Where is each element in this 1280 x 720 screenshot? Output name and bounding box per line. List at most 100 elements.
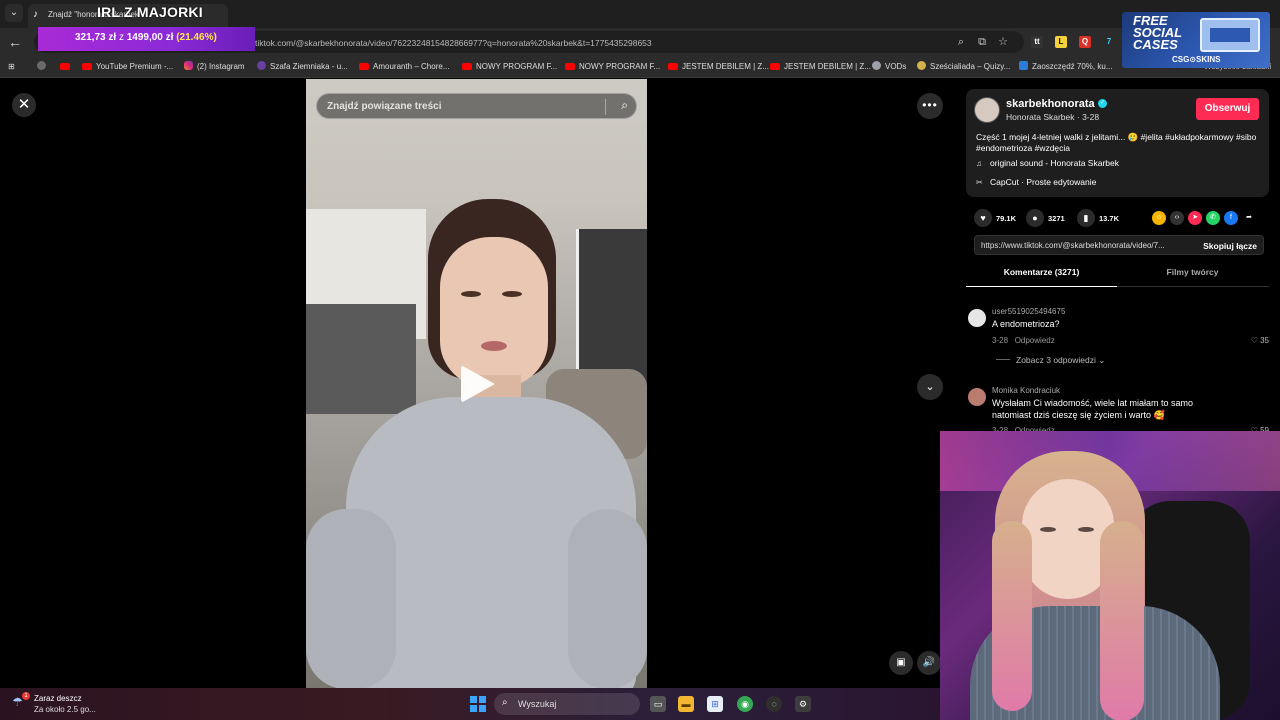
author-username[interactable]: skarbekhonorata <box>1006 98 1095 110</box>
embed-icon[interactable]: ‹› <box>1170 211 1184 225</box>
comment-icon[interactable]: ● <box>1026 209 1044 227</box>
share-friends-icon[interactable]: ☺ <box>1152 211 1166 225</box>
bookmark-instagram[interactable]: (2) Instagram <box>184 61 245 73</box>
windows-start-icon[interactable] <box>470 696 486 712</box>
install-app-icon[interactable]: ⧉ <box>975 35 989 49</box>
taskbar-search-input[interactable]: ⌕ Wyszukaj <box>494 693 640 715</box>
task-view-icon[interactable]: ▭ <box>650 696 666 712</box>
volume-icon[interactable]: 🔊 <box>917 651 941 675</box>
donation-goal-text: 321,73 zł z 1499,00 zł (21.46%) <box>75 32 217 43</box>
engagement-stats: ♥ 79.1K ● 3271 ▮ 13.7K ☺ ‹› ➤ ✆ f ➦ <box>966 209 1269 231</box>
reply-button[interactable]: Odpowiedz <box>1015 336 1055 345</box>
tab-list-chevron-icon[interactable]: ⌄ <box>5 4 23 22</box>
bookmarks-bar: ⊞ YouTube Premium -... (2) Instagram Sza… <box>0 56 1280 78</box>
app-circle-icon[interactable]: ◌ <box>766 696 782 712</box>
search-icon: ⌕ <box>502 697 508 708</box>
comment-text: Wysłałam Ci wiadomość, wiele lat miałam … <box>992 398 1193 420</box>
bookmark-jestem-debilem-1[interactable]: JESTEM DEBILEM | Z... <box>668 61 769 73</box>
verified-badge-icon: ✓ <box>1098 99 1107 108</box>
weather-subtitle[interactable]: Za około 2.5 go... <box>34 705 96 714</box>
play-icon[interactable] <box>461 365 495 403</box>
extension-red-icon[interactable]: Q <box>1079 36 1091 48</box>
zoom-icon[interactable]: ⌕ <box>954 35 968 49</box>
avatar[interactable] <box>974 97 1000 123</box>
ad-brand: CSG⊙SKINS <box>1172 55 1221 64</box>
chevron-down-icon: ⌄ <box>1098 355 1106 365</box>
capcut-link[interactable]: ✂ CapCut · Proste edytowanie <box>976 177 1096 187</box>
tab-creator-videos[interactable]: Filmy twórcy <box>1117 263 1268 287</box>
comment-date: 3-28 <box>992 336 1009 345</box>
donation-of: z <box>118 32 124 43</box>
search-icon[interactable]: ⌕ <box>621 98 628 113</box>
view-replies-button[interactable]: Zobacz 3 odpowiedzi ⌄ <box>996 355 1105 366</box>
comment-item: user5519025494675 A endometrioza? 3-28 O… <box>966 307 1269 377</box>
ad-line3: CASES <box>1133 37 1178 52</box>
commenter-avatar[interactable] <box>968 309 986 327</box>
commenter-avatar[interactable] <box>968 388 986 406</box>
close-icon[interactable]: ✕ <box>12 93 36 117</box>
donation-percent: (21.46%) <box>176 32 217 43</box>
bookmark-yt-blank[interactable] <box>60 61 74 73</box>
commenter-username[interactable]: Monika Kondraciuk <box>992 386 1060 395</box>
author-card: skarbekhonorata ✓ Honorata Skarbek · 3-2… <box>966 89 1269 197</box>
file-explorer-icon[interactable]: ▬ <box>678 696 694 712</box>
related-search-input[interactable]: Znajdź powiązane treści ⌕ <box>316 93 637 119</box>
back-arrow-icon[interactable]: ← <box>8 34 24 50</box>
windows-taskbar: ☂ 1 Zaraz deszcz Za około 2.5 go... ⌕ Wy… <box>0 688 940 720</box>
donation-current: 321,73 zł <box>75 32 117 43</box>
copy-link-button[interactable]: Skopiuj łącze <box>1203 241 1257 251</box>
bookmark-ghost[interactable] <box>37 61 50 73</box>
bookmark-nowy-program-2[interactable]: NOWY PROGRAM F... <box>565 61 660 73</box>
notification-badge: 1 <box>22 692 30 700</box>
url-text[interactable]: tiktok.com/@skarbekhonorata/video/762232… <box>255 38 652 48</box>
comment-meta: 3-28 Odpowiedz <box>992 336 1055 345</box>
extension-l-icon[interactable]: L <box>1055 36 1067 48</box>
bookmark-amouranth[interactable]: Amouranth – Chore... <box>359 61 449 73</box>
extension-tt-icon[interactable]: tt <box>1031 36 1043 48</box>
capcut-icon: ✂ <box>976 178 983 187</box>
related-search-placeholder: Znajdź powiązane treści <box>327 101 442 112</box>
bookmark-zaoszczedz[interactable]: Zaoszczędź 70%, ku... <box>1019 61 1112 73</box>
bookmark-nowy-program-1[interactable]: NOWY PROGRAM F... <box>462 61 557 73</box>
whatsapp-icon[interactable]: ✆ <box>1206 211 1220 225</box>
like-count: 79.1K <box>996 214 1017 223</box>
bookmark-szescialiada[interactable]: Sześcialiada – Quizy... <box>917 61 1010 73</box>
chevron-down-icon[interactable]: ⌄ <box>917 374 943 400</box>
video-link-text: https://www.tiktok.com/@skarbekhonorata/… <box>981 241 1165 250</box>
bookmark-icon[interactable]: ▮ <box>1077 209 1095 227</box>
comment-text: A endometrioza? <box>992 319 1060 329</box>
facebook-icon[interactable]: f <box>1224 211 1238 225</box>
sound-link[interactable]: ♫ original sound - Honorata Skarbek <box>976 158 1119 168</box>
music-note-icon: ♫ <box>976 159 982 168</box>
heart-outline-icon: ♡ <box>1250 336 1258 345</box>
donation-goal: 1499,00 zł <box>126 32 174 43</box>
bookmark-star-icon[interactable]: ☆ <box>996 35 1010 49</box>
bookmark-jestem-debilem-2[interactable]: JESTEM DEBILEM | Z... <box>770 61 871 73</box>
chrome-icon[interactable]: ◉ <box>737 696 753 712</box>
ad-case-image <box>1200 18 1260 52</box>
heart-icon[interactable]: ♥ <box>974 209 992 227</box>
comment-count: 3271 <box>1048 214 1065 223</box>
apps-grid-icon[interactable]: ⊞ <box>8 61 15 73</box>
commenter-username[interactable]: user5519025494675 <box>992 307 1065 316</box>
weather-title[interactable]: Zaraz deszcz <box>34 694 82 703</box>
bookmark-vods[interactable]: VODs <box>872 61 906 73</box>
extension-7tv-icon[interactable]: 7 <box>1103 36 1115 48</box>
comment-likes[interactable]: ♡ 35 <box>1251 336 1269 345</box>
bookmark-szafa[interactable]: Szafa Ziemniaka - u... <box>257 61 348 73</box>
stream-title: IRL Z MAJORKI <box>97 4 203 20</box>
bookmark-youtube-premium[interactable]: YouTube Premium -... <box>82 61 173 73</box>
save-count: 13.7K <box>1099 214 1120 223</box>
csg-skins-ad[interactable]: FREE SOCIAL CASES CSG⊙SKINS <box>1122 12 1270 68</box>
more-options-icon[interactable]: ••• <box>917 93 943 119</box>
streamer-webcam <box>940 431 1280 720</box>
follow-button[interactable]: Obserwuj <box>1196 98 1259 120</box>
share-arrow-icon[interactable]: ➦ <box>1242 211 1256 225</box>
tab-comments[interactable]: Komentarze (3271) <box>966 263 1117 287</box>
tiktok-favicon-icon: ♪ <box>33 9 38 20</box>
store-icon[interactable]: ⊞ <box>707 696 723 712</box>
picture-in-picture-icon[interactable]: ▣ <box>889 651 913 675</box>
donation-goal-bar: 321,73 zł z 1499,00 zł (21.46%) <box>38 27 255 51</box>
send-icon[interactable]: ➤ <box>1188 211 1202 225</box>
settings-gear-icon[interactable]: ⚙ <box>795 696 811 712</box>
